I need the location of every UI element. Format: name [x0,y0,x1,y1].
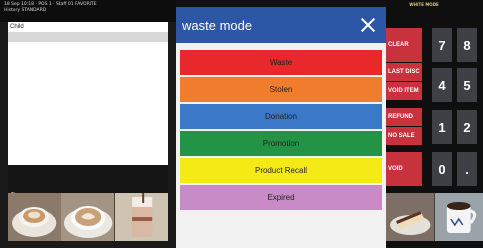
order-panel: 18 Sep 10:18 · POS 1 · Staff 01 FAVORITE… [0,0,176,248]
last-disc-button[interactable]: LAST DISC [386,63,422,81]
milkshake-image [114,193,168,241]
option-stolen[interactable]: Stolen [180,77,382,102]
clear-button[interactable]: CLEAR [386,28,422,62]
no-sale-button[interactable]: NO SALE [386,127,422,145]
close-icon[interactable] [358,15,378,35]
waste-options: Waste Stolen Donation Promotion Product … [176,43,386,210]
order-row-selected[interactable] [8,32,168,42]
option-expired[interactable]: Expired [180,185,382,210]
tea-mug-tile[interactable] [434,193,483,241]
milkshake-tile[interactable] [114,193,168,241]
total-area: Tt [8,165,168,198]
cake-slice-tile[interactable] [386,193,435,241]
tea-mug-image [434,193,483,241]
order-row[interactable]: Child [8,22,168,32]
void-button[interactable]: VOID [386,152,422,186]
key-7[interactable]: 7 [432,28,452,62]
status-line-2: History STANDARD [4,8,47,13]
product-tiles-left [8,193,168,241]
refund-button[interactable]: REFUND [386,108,422,126]
key-1[interactable]: 1 [432,110,452,144]
key-4[interactable]: 4 [432,68,452,102]
key-8[interactable]: 8 [457,28,477,62]
product-tiles-right [386,193,483,241]
mode-label: WHITE MODE [409,2,439,7]
waste-mode-dialog: waste mode Waste Stolen Donation Promoti… [176,7,386,248]
void-item-button[interactable]: VOID ITEM [386,82,422,100]
dialog-title: waste mode [182,17,253,33]
key-2[interactable]: 2 [457,110,477,144]
cappuccino-image [61,193,115,241]
status-bar: 18 Sep 10:18 · POS 1 · Staff 01 FAVORITE… [0,0,176,22]
keypad-panel: WHITE MODE CLEAR LAST DISC VOID ITEM REF… [386,0,483,248]
option-promotion[interactable]: Promotion [180,131,382,156]
coffee-cup-tile[interactable] [8,193,62,241]
key-0[interactable]: 0 [432,152,452,186]
order-list[interactable]: Child [8,22,168,165]
key-5[interactable]: 5 [457,68,477,102]
cake-slice-image [386,193,435,241]
coffee-cup-image [8,193,62,241]
option-product-recall[interactable]: Product Recall [180,158,382,183]
cappuccino-tile[interactable] [61,193,115,241]
key-decimal[interactable]: . [457,152,477,186]
option-waste[interactable]: Waste [180,50,382,75]
option-donation[interactable]: Donation [180,104,382,129]
dialog-header: waste mode [176,7,386,43]
